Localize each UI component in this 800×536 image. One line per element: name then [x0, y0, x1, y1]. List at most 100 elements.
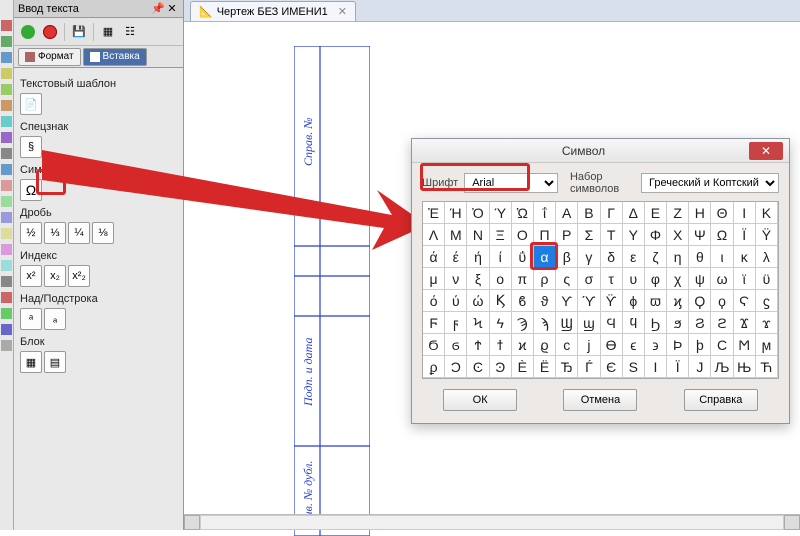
ok-button[interactable]: [18, 22, 38, 42]
vtool-icon[interactable]: [1, 36, 12, 47]
symbol-cell[interactable]: ά: [423, 246, 445, 268]
symbol-cell[interactable]: Ϝ: [423, 312, 445, 334]
vtool-icon[interactable]: [1, 340, 12, 351]
symbol-cell[interactable]: Ξ: [490, 224, 512, 246]
symbol-cell[interactable]: Ή: [445, 202, 467, 224]
symbol-cell[interactable]: Β: [578, 202, 600, 224]
symbol-cell[interactable]: Ὠ: [512, 202, 534, 224]
symbol-cell[interactable]: ϯ: [490, 334, 512, 356]
symbol-cell[interactable]: Ψ: [689, 224, 711, 246]
symbol-cell[interactable]: Ω: [711, 224, 733, 246]
symbol-cell[interactable]: Υ: [623, 224, 645, 246]
symbol-cell[interactable]: ί: [490, 246, 512, 268]
block-btn[interactable]: ▦: [20, 351, 42, 373]
symbol-cell[interactable]: ϋ: [756, 268, 778, 290]
symbol-cell[interactable]: Φ: [645, 224, 667, 246]
fraction-btn[interactable]: ⅓: [44, 222, 66, 244]
symbol-cell[interactable]: ϧ: [667, 312, 689, 334]
symbol-cell[interactable]: ϒ: [556, 290, 578, 312]
symbol-cell[interactable]: ϭ: [445, 334, 467, 356]
symbol-cell[interactable]: Ї: [667, 356, 689, 378]
index-btn[interactable]: x²: [20, 265, 42, 287]
symbol-cell[interactable]: ρ: [534, 268, 556, 290]
dialog-titlebar[interactable]: Символ ✕: [412, 139, 789, 163]
vtool-icon[interactable]: [1, 196, 12, 207]
dialog-close-button[interactable]: ✕: [749, 142, 783, 160]
close-tab-icon[interactable]: ✕: [338, 5, 347, 18]
vtool-icon[interactable]: [1, 276, 12, 287]
cancel-button[interactable]: [40, 22, 60, 42]
symbol-cell[interactable]: ή: [467, 246, 489, 268]
symbol-cell[interactable]: ξ: [467, 268, 489, 290]
symbol-cell[interactable]: ο: [490, 268, 512, 290]
vtool-icon[interactable]: [1, 84, 12, 95]
tab-insert[interactable]: Вставка: [83, 48, 147, 66]
symbol-cell[interactable]: ώ: [467, 290, 489, 312]
scroll-right-icon[interactable]: [784, 515, 800, 530]
symbol-cell[interactable]: ϶: [645, 334, 667, 356]
vtool-icon[interactable]: [1, 68, 12, 79]
symbol-cell[interactable]: Ϣ: [556, 312, 578, 334]
symbol-cell[interactable]: Ͼ: [467, 356, 489, 378]
symbol-cell[interactable]: ϲ: [556, 334, 578, 356]
help-button[interactable]: Справка: [684, 389, 758, 411]
symbol-cell[interactable]: Ε: [645, 202, 667, 224]
symbol-cell[interactable]: Њ: [734, 356, 756, 378]
symbol-cell[interactable]: η: [667, 246, 689, 268]
symbol-cell[interactable]: ύ: [445, 290, 467, 312]
symbol-cell[interactable]: Ϟ: [467, 312, 489, 334]
symbol-cell[interactable]: ν: [445, 268, 467, 290]
index-btn[interactable]: x²₂: [68, 265, 90, 287]
symbol-cell[interactable]: λ: [756, 246, 778, 268]
symbol-cell[interactable]: Ђ: [556, 356, 578, 378]
symbol-cell[interactable]: ϣ: [578, 312, 600, 334]
symbol-cell[interactable]: Ϸ: [667, 334, 689, 356]
symbol-cell[interactable]: τ: [601, 268, 623, 290]
vtool-icon[interactable]: [1, 52, 12, 63]
template-btn[interactable]: 📄: [20, 93, 42, 115]
symbol-cell[interactable]: μ: [423, 268, 445, 290]
symbol-cell[interactable]: ϴ: [601, 334, 623, 356]
vtool-icon[interactable]: [1, 244, 12, 255]
symbol-cell[interactable]: ϐ: [512, 290, 534, 312]
vtool-icon[interactable]: [1, 148, 12, 159]
symbol-cell[interactable]: Ι: [734, 202, 756, 224]
save-icon[interactable]: 💾: [69, 22, 89, 42]
symbol-cell[interactable]: Ѓ: [578, 356, 600, 378]
special-char-btn[interactable]: §: [20, 136, 42, 158]
symbol-cell[interactable]: Μ: [445, 224, 467, 246]
symbol-cell[interactable]: σ: [578, 268, 600, 290]
symbol-cell[interactable]: ϫ: [756, 312, 778, 334]
symbol-cell[interactable]: ϖ: [645, 290, 667, 312]
tool-icon[interactable]: ▦: [98, 22, 118, 42]
document-tab[interactable]: 📐 Чертеж БЕЗ ИМЕНИ1 ✕: [190, 1, 356, 21]
symbol-cell[interactable]: Ћ: [756, 356, 778, 378]
symbol-cell[interactable]: ΰ: [512, 246, 534, 268]
symbol-cell[interactable]: ό: [423, 290, 445, 312]
symbol-cell[interactable]: Ϋ: [756, 224, 778, 246]
symbol-cell[interactable]: θ: [689, 246, 711, 268]
symbol-cell[interactable]: Ο: [512, 224, 534, 246]
symbol-cell[interactable]: І: [645, 356, 667, 378]
vtool-icon[interactable]: [1, 116, 12, 127]
symbol-cell[interactable]: ϟ: [490, 312, 512, 334]
symbol-cell[interactable]: Ϻ: [734, 334, 756, 356]
vtool-icon[interactable]: [1, 164, 12, 175]
symbol-cell[interactable]: ϻ: [756, 334, 778, 356]
symbol-cell[interactable]: Α: [556, 202, 578, 224]
symbol-cell[interactable]: ϱ: [534, 334, 556, 356]
symbol-cell[interactable]: ε: [623, 246, 645, 268]
symbol-cell[interactable]: ϕ: [623, 290, 645, 312]
symbol-cell[interactable]: α: [534, 246, 556, 268]
tool-icon[interactable]: ☷: [120, 22, 140, 42]
symbol-cell[interactable]: Τ: [601, 224, 623, 246]
charset-select[interactable]: Греческий и Коптский: [641, 173, 779, 193]
symbol-cell[interactable]: ϙ: [711, 290, 733, 312]
vtool-icon[interactable]: [1, 308, 12, 319]
symbol-cell[interactable]: Ͽ: [490, 356, 512, 378]
fraction-btn[interactable]: ½: [20, 222, 42, 244]
symbol-cell[interactable]: Χ: [667, 224, 689, 246]
fraction-btn[interactable]: ⅛: [92, 222, 114, 244]
symbol-cell[interactable]: Ϗ: [490, 290, 512, 312]
symbol-cell[interactable]: Ϭ: [423, 334, 445, 356]
